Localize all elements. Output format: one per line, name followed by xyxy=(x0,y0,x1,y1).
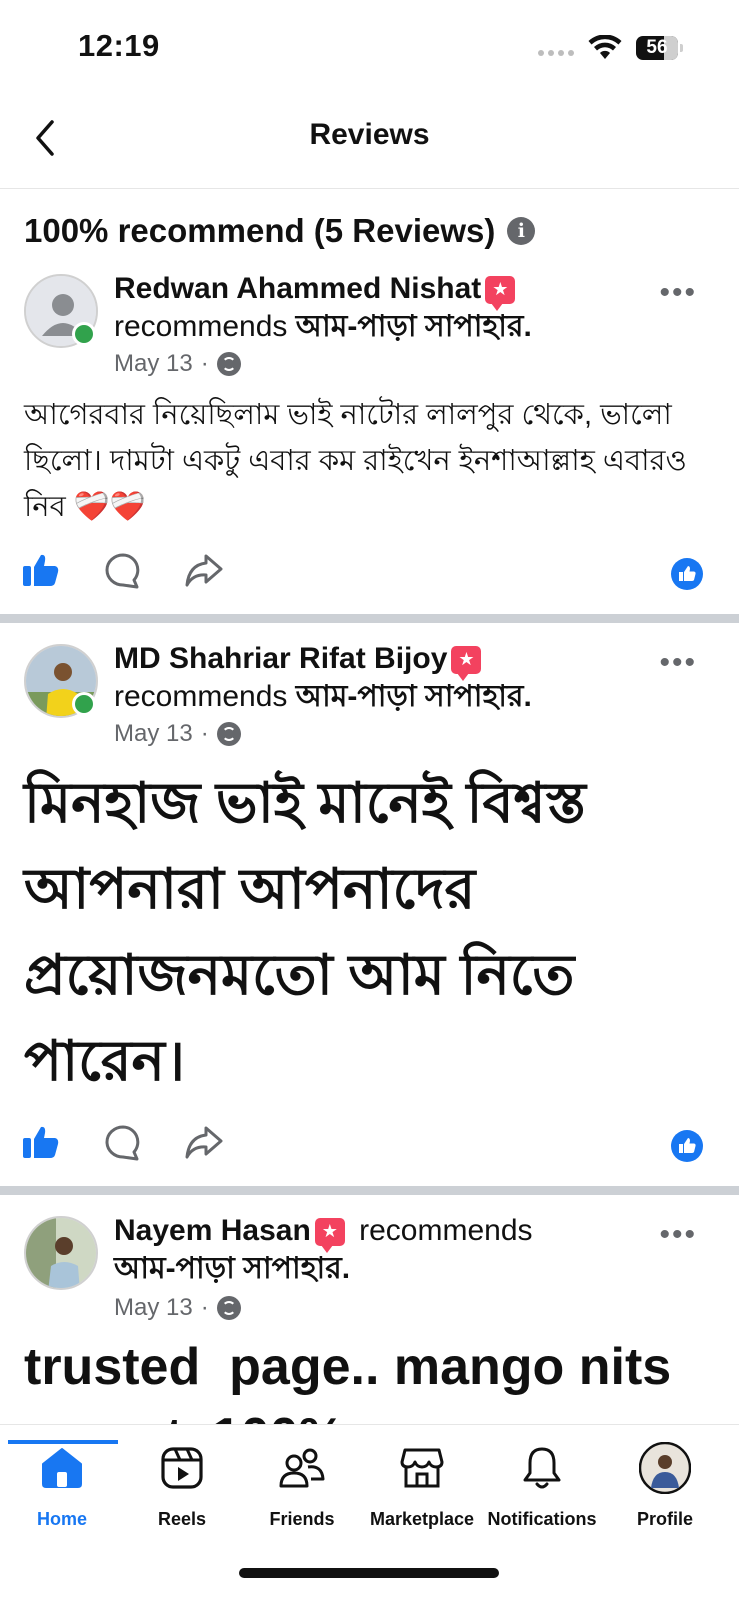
date-text: May 13 xyxy=(114,1294,193,1321)
avatar[interactable] xyxy=(24,274,98,348)
nav-home[interactable]: Home xyxy=(0,1440,124,1530)
status-bar: 12:19 56 xyxy=(0,0,739,96)
review-card: Redwan Ahammed Nishat recommends আম-পাড়… xyxy=(0,268,739,614)
more-options-icon[interactable]: ••• xyxy=(659,276,697,310)
more-options-icon[interactable]: ••• xyxy=(659,646,697,680)
share-icon[interactable] xyxy=(184,1124,224,1160)
review-text: মিনহাজ ভাই মানেই বিশ্বস্ত আপনারা আপনাদের… xyxy=(24,771,586,1092)
reviewer-name[interactable]: MD Shahriar Rifat Bijoy xyxy=(114,642,447,675)
nav-reels[interactable]: Reels xyxy=(120,1443,244,1530)
home-indicator xyxy=(239,1568,499,1578)
reels-icon xyxy=(161,1447,203,1489)
nav-label: Notifications xyxy=(487,1509,597,1529)
reaction-like-icon[interactable] xyxy=(671,1130,703,1162)
nav-friends[interactable]: Friends xyxy=(240,1443,364,1530)
like-icon[interactable] xyxy=(22,1124,60,1160)
bell-icon xyxy=(523,1447,561,1489)
top-fan-badge-icon xyxy=(451,646,482,682)
info-icon[interactable]: i xyxy=(507,217,536,245)
date-separator: · xyxy=(200,350,209,377)
profile-avatar xyxy=(639,1442,691,1494)
review-card: MD Shahriar Rifat Bijoy recommends আম-পা… xyxy=(0,638,739,1188)
user-photo xyxy=(26,1218,96,1288)
share-icon[interactable] xyxy=(184,552,224,588)
reviewer-name[interactable]: Nayem Hasan xyxy=(114,1214,311,1247)
avatar[interactable] xyxy=(24,1216,98,1290)
recommends-label: recommends xyxy=(114,310,288,343)
date-text: May 13 xyxy=(114,350,193,377)
review-actions xyxy=(0,1124,739,1170)
recommends-label: recommends xyxy=(114,680,288,713)
home-icon xyxy=(42,1448,82,1488)
date-separator: · xyxy=(200,1294,209,1321)
nav-marketplace[interactable]: Marketplace xyxy=(360,1443,484,1530)
page-name[interactable]: আম-পাড়া সাপাহার. xyxy=(296,680,532,713)
online-status-dot xyxy=(72,692,96,716)
date-text: May 13 xyxy=(114,720,193,747)
recommend-summary: 100% recommend (5 Reviews) i xyxy=(24,212,536,250)
review-card: Nayem Hasan recommends আম-পাড়া সাপাহার.… xyxy=(0,1210,739,1424)
summary-text: 100% recommend (5 Reviews) xyxy=(24,212,496,249)
nav-profile[interactable]: Profile xyxy=(603,1442,727,1530)
section-divider xyxy=(0,614,739,623)
battery-icon: 56 xyxy=(636,36,684,60)
page-header: Reviews xyxy=(0,96,739,189)
cellular-signal-icon xyxy=(538,50,574,56)
wifi-icon xyxy=(588,35,622,59)
section-divider xyxy=(0,1186,739,1195)
nav-notifications[interactable]: Notifications xyxy=(480,1443,604,1530)
review-date: May 13 · xyxy=(114,720,241,748)
top-fan-badge-icon xyxy=(485,276,516,312)
reviewer-name[interactable]: Redwan Ahammed Nishat xyxy=(114,272,481,305)
status-time: 12:19 xyxy=(78,28,160,63)
online-status-dot xyxy=(72,322,96,346)
recommends-label: recommends xyxy=(359,1214,533,1247)
top-fan-badge-icon xyxy=(314,1218,345,1254)
like-icon[interactable] xyxy=(22,552,60,588)
review-header: MD Shahriar Rifat Bijoy recommends আম-পা… xyxy=(114,640,674,716)
page-name[interactable]: আম-পাড়া সাপাহার. xyxy=(296,310,532,343)
marketplace-icon xyxy=(400,1448,444,1488)
review-date: May 13 · xyxy=(114,350,241,378)
review-text: আগেরবার নিয়েছিলাম ভাই নাটোর লালপুর থেকে… xyxy=(24,399,687,523)
date-separator: · xyxy=(200,720,209,747)
friends-icon xyxy=(279,1448,325,1488)
public-globe-icon xyxy=(216,1296,241,1320)
page-name[interactable]: আম-পাড়া সাপাহার. xyxy=(114,1252,350,1285)
review-date: May 13 · xyxy=(114,1294,241,1322)
nav-label: Home xyxy=(36,1509,87,1529)
review-header: Redwan Ahammed Nishat recommends আম-পাড়… xyxy=(114,270,674,346)
active-tab-indicator xyxy=(8,1440,118,1444)
reaction-like-icon[interactable] xyxy=(671,558,703,590)
review-header: Nayem Hasan recommends আম-পাড়া সাপাহার. xyxy=(114,1212,674,1288)
nav-label: Marketplace xyxy=(369,1509,475,1529)
nav-label: Friends xyxy=(269,1509,335,1529)
public-globe-icon xyxy=(216,722,241,746)
more-options-icon[interactable]: ••• xyxy=(659,1218,697,1252)
battery-level: 56 xyxy=(646,37,668,58)
comment-icon[interactable] xyxy=(104,552,142,590)
page-title: Reviews xyxy=(309,118,430,151)
nav-label: Profile xyxy=(636,1509,693,1529)
public-globe-icon xyxy=(216,352,241,376)
review-text: trusted page.. mango nits parent 100% xyxy=(24,1338,672,1424)
review-actions xyxy=(0,552,739,598)
comment-icon[interactable] xyxy=(104,1124,142,1162)
nav-label: Reels xyxy=(157,1509,207,1529)
avatar[interactable] xyxy=(24,644,98,718)
